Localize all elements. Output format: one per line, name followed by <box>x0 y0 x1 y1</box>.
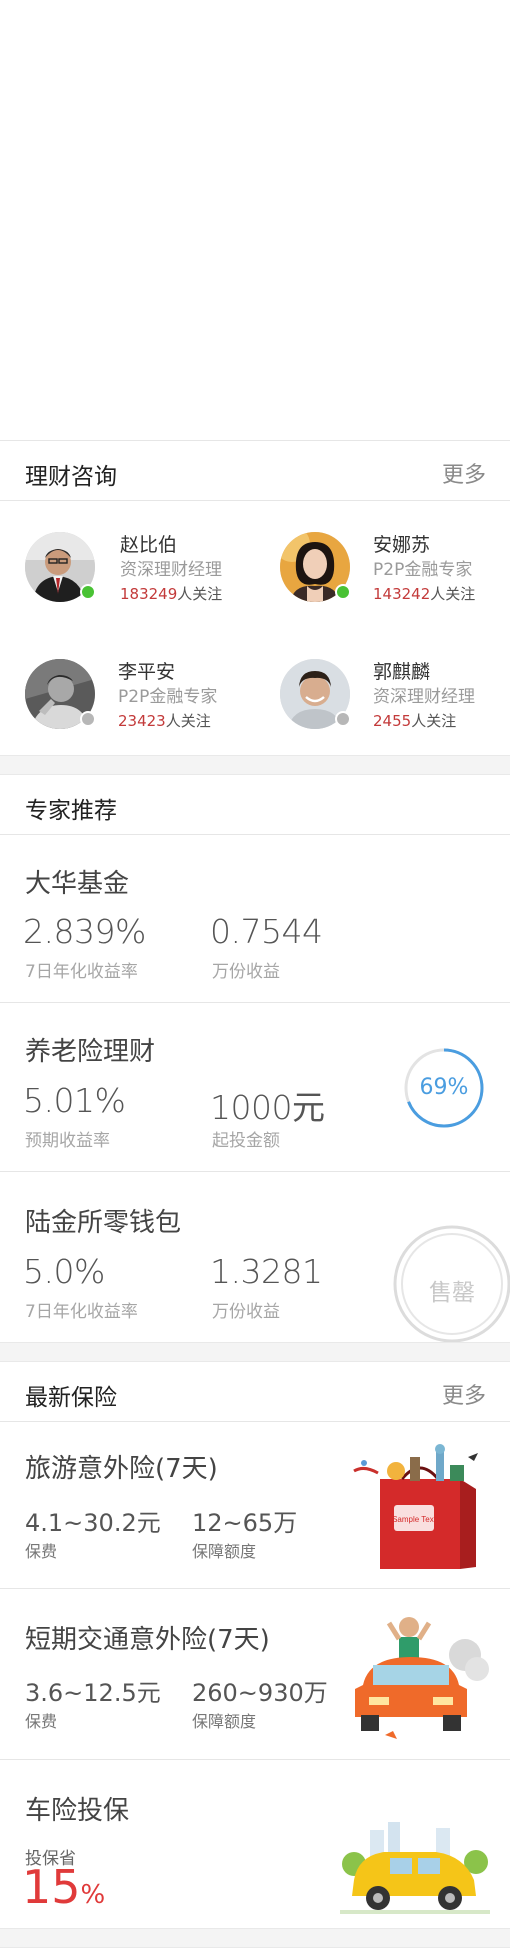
advisors-section-header: 理财咨询 更多 <box>0 441 510 501</box>
online-status-icon <box>80 584 96 600</box>
insurance-card[interactable]: 车险投保 投保省 15% <box>0 1760 510 1928</box>
advisor-name: 李平安 <box>118 661 176 683</box>
coverage-value: 260~930万 <box>192 1679 328 1707</box>
experts-section-header: 专家推荐 <box>0 775 510 835</box>
advisor-title: 资深理财经理 <box>120 560 222 580</box>
value-label: 万份收益 <box>212 1302 280 1322</box>
advisor-name: 郭麒麟 <box>373 661 431 683</box>
follower-suffix: 人关注 <box>165 712 211 730</box>
advisor-followers: 23423人关注 <box>118 710 211 731</box>
product-name: 养老险理财 <box>25 1037 156 1067</box>
premium-value: 4.1~30.2元 <box>25 1509 161 1537</box>
follower-count: 143242 <box>373 585 431 603</box>
product-card[interactable]: 大华基金 2.839% 7日年化收益率 0.7544 万份收益 <box>0 836 510 1002</box>
section-gap <box>0 1928 510 1948</box>
insurance-section-header: 最新保险 更多 <box>0 1362 510 1422</box>
advisor-card[interactable]: 李平安 P2P金融专家 23423人关注 <box>25 657 255 737</box>
follower-suffix: 人关注 <box>177 585 223 603</box>
yield-label: 7日年化收益率 <box>25 962 138 982</box>
premium-label: 保费 <box>25 1542 58 1561</box>
more-link[interactable]: 更多 <box>442 1378 486 1410</box>
sold-out-label: 售罄 <box>429 1280 475 1306</box>
coverage-label: 保障额度 <box>192 1712 257 1731</box>
more-link[interactable]: 更多 <box>442 457 486 489</box>
travel-bag-illustration-icon: Sample Text <box>353 1444 478 1569</box>
product-value: 1000元 <box>210 1088 325 1127</box>
advisor-card[interactable]: 安娜苏 P2P金融专家 143242人关注 <box>280 530 500 610</box>
advisor-title: P2P金融专家 <box>373 560 473 580</box>
car-accident-illustration-icon <box>355 1617 489 1739</box>
yield-label: 预期收益率 <box>25 1131 110 1151</box>
follower-count: 2455 <box>373 712 412 730</box>
progress-label: 69% <box>419 1075 469 1100</box>
follower-count: 23423 <box>118 712 166 730</box>
bag-text: Sample Text <box>392 1515 437 1524</box>
online-status-icon <box>335 584 351 600</box>
follower-suffix: 人关注 <box>411 712 457 730</box>
discount-percent: 15 <box>22 1860 81 1914</box>
product-value: 1.3281 <box>210 1252 323 1291</box>
discount-value: 15% <box>22 1860 105 1914</box>
section-title: 理财咨询 <box>25 464 117 490</box>
advisor-followers: 143242人关注 <box>373 583 475 604</box>
follower-suffix: 人关注 <box>430 585 476 603</box>
value-label: 起投金额 <box>212 1131 280 1151</box>
advisor-title: P2P金融专家 <box>118 687 218 707</box>
product-yield: 2.839% <box>23 912 146 951</box>
value-label: 万份收益 <box>212 962 280 982</box>
insurance-card[interactable]: 短期交通意外险(7天) 3.6~12.5元 保费 260~930万 保障额度 <box>0 1589 510 1759</box>
product-name: 大华基金 <box>25 869 130 899</box>
product-value: 0.7544 <box>210 912 323 951</box>
section-title: 专家推荐 <box>25 798 117 824</box>
follower-count: 183249 <box>120 585 178 603</box>
premium-value: 3.6~12.5元 <box>25 1679 161 1707</box>
advisor-card[interactable]: 郭麒麟 资深理财经理 2455人关注 <box>280 657 500 737</box>
product-card[interactable]: 陆金所零钱包 5.0% 7日年化收益率 1.3281 万份收益 售罄 <box>0 1172 510 1342</box>
section-title: 最新保险 <box>25 1385 117 1411</box>
advisor-followers: 183249人关注 <box>120 583 222 604</box>
insurance-name: 短期交通意外险(7天) <box>25 1625 270 1655</box>
coverage-label: 保障额度 <box>192 1542 257 1561</box>
advisor-name: 赵比伯 <box>120 534 178 556</box>
yield-label: 7日年化收益率 <box>25 1302 138 1322</box>
offline-status-icon <box>335 711 351 727</box>
premium-label: 保费 <box>25 1712 58 1731</box>
offline-status-icon <box>80 711 96 727</box>
advisor-card[interactable]: 赵比伯 资深理财经理 183249人关注 <box>25 530 255 610</box>
product-card[interactable]: 养老险理财 5.01% 预期收益率 1000元 起投金额 69% <box>0 1003 510 1171</box>
product-yield: 5.0% <box>23 1252 105 1291</box>
coverage-value: 12~65万 <box>192 1509 298 1537</box>
product-name: 陆金所零钱包 <box>25 1208 182 1238</box>
percent-sign: % <box>80 1880 106 1910</box>
section-gap <box>0 1342 510 1362</box>
section-gap <box>0 755 510 775</box>
blank-header-area <box>0 0 510 440</box>
product-yield: 5.01% <box>23 1081 126 1120</box>
advisor-name: 安娜苏 <box>373 534 431 556</box>
car-insurance-illustration-icon <box>340 1822 490 1914</box>
advisor-followers: 2455人关注 <box>373 710 456 731</box>
insurance-card[interactable]: 旅游意外险(7天) 4.1~30.2元 保费 12~65万 保障额度 Sampl… <box>0 1423 510 1588</box>
insurance-name: 旅游意外险(7天) <box>25 1454 218 1484</box>
advisor-title: 资深理财经理 <box>373 687 475 707</box>
insurance-name: 车险投保 <box>25 1796 130 1826</box>
